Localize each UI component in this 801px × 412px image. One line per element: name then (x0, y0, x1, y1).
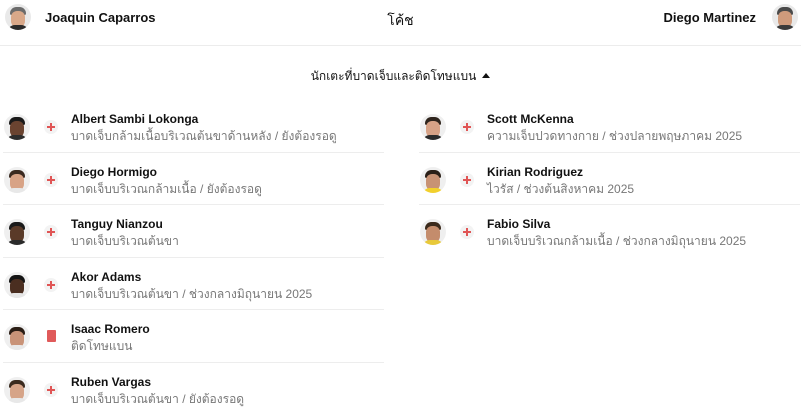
player-name: Isaac Romero (71, 322, 150, 337)
player-name: Ruben Vargas (71, 374, 152, 389)
player-name: Albert Sambi Lokonga (71, 112, 199, 126)
player-reason: บาดเจ็บบริเวณต้นขา / ยังต้องรอดู (71, 391, 245, 406)
player-avatar (4, 166, 30, 193)
injury-cross-icon (44, 172, 58, 187)
player-avatar (4, 376, 30, 403)
player-row[interactable]: Ruben Vargas บาดเจ็บบริเวณต้นขา / ยังต้อ… (3, 363, 384, 412)
away-coach-name: Diego Martinez (663, 9, 756, 25)
player-name: Akor Adams (71, 269, 142, 284)
injury-cross-icon (44, 382, 58, 397)
section-title: นักเตะที่บาดเจ็บและติดโทษแบน (310, 69, 477, 83)
player-row[interactable]: Fabio Silva บาดเจ็บบริเวณกล้ามเนื้อ / ช่… (419, 205, 800, 258)
player-row[interactable]: Kirian Rodriguez ไวรัส / ช่วงต้นสิงหาคม … (419, 153, 800, 206)
player-reason: บาดเจ็บบริเวณต้นขา (71, 234, 179, 249)
player-avatar (4, 271, 30, 298)
player-avatar (4, 324, 30, 351)
player-reason: บาดเจ็บกล้ามเนื้อบริเวณต้นขาด้านหลัง / ย… (71, 129, 337, 143)
player-name: Kirian Rodriguez (487, 164, 584, 179)
player-name: Scott McKenna (487, 112, 574, 126)
player-name: Fabio Silva (487, 217, 551, 232)
injury-cross-icon (460, 225, 474, 240)
player-row[interactable]: Scott McKenna ความเจ็บปวดทางกาย / ช่วงปล… (419, 100, 800, 153)
coaches-row: Joaquin Caparros โค้ช Diego Martinez (0, 0, 801, 46)
player-row[interactable]: Akor Adams บาดเจ็บบริเวณต้นขา / ช่วงกลาง… (3, 258, 384, 311)
injury-cross-icon (44, 277, 58, 292)
player-reason: บาดเจ็บบริเวณกล้ามเนื้อ / ยังต้องรอดู (71, 181, 262, 196)
player-row[interactable]: Isaac Romero ติดโทษแบน (3, 310, 384, 363)
player-name: Tanguy Nianzou (71, 217, 163, 232)
coach-avatar-icon (772, 4, 798, 30)
player-reason: ติดโทษแบน (71, 339, 133, 354)
player-reason: บาดเจ็บบริเวณต้นขา / ช่วงกลางมิถุนายน 20… (71, 286, 313, 301)
injury-cross-icon (460, 172, 474, 187)
injury-cross-icon (44, 225, 58, 240)
home-player-list: Albert Sambi Lokonga บาดเจ็บกล้ามเนื้อบร… (3, 100, 384, 412)
player-name: Diego Hormigo (71, 164, 157, 179)
injuries-suspensions-toggle[interactable]: นักเตะที่บาดเจ็บและติดโทษแบน (0, 67, 801, 86)
player-avatar (420, 219, 446, 246)
player-row[interactable]: Diego Hormigo บาดเจ็บบริเวณกล้ามเนื้อ / … (3, 153, 384, 206)
player-avatar (4, 114, 30, 140)
player-reason: ไวรัส / ช่วงต้นสิงหาคม 2025 (487, 181, 635, 196)
injury-cross-icon (460, 120, 474, 134)
player-reason: บาดเจ็บบริเวณกล้ามเนื้อ / ช่วงกลางมิถุนา… (487, 234, 747, 249)
player-row[interactable]: Albert Sambi Lokonga บาดเจ็บกล้ามเนื้อบร… (3, 100, 384, 153)
player-row[interactable]: Tanguy Nianzou บาดเจ็บบริเวณต้นขา (3, 205, 384, 258)
caret-up-icon (482, 73, 491, 78)
player-avatar (4, 219, 30, 246)
player-avatar (420, 166, 446, 193)
player-reason: ความเจ็บปวดทางกาย / ช่วงปลายพฤษภาคม 2025 (487, 129, 743, 143)
away-player-list: Scott McKenna ความเจ็บปวดทางกาย / ช่วงปล… (419, 100, 800, 258)
away-coach[interactable]: Diego Martinez (664, 4, 798, 30)
red-card-icon (47, 330, 56, 343)
injury-cross-icon (44, 120, 58, 134)
player-avatar (420, 114, 446, 140)
